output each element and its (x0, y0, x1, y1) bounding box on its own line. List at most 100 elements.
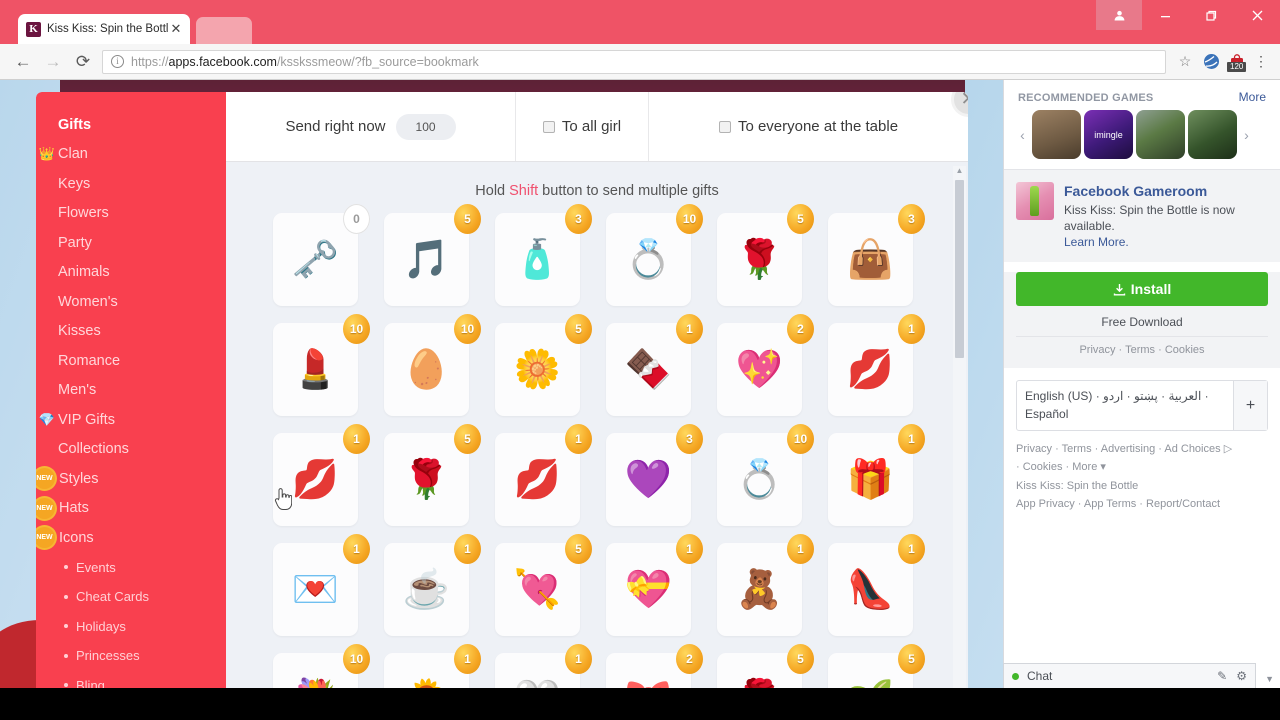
shopping-extension-icon[interactable]: 120 (1224, 53, 1250, 72)
omnibox[interactable]: i https://apps.facebook.com/ksskssmeow/?… (102, 49, 1166, 74)
cookies-link[interactable]: Cookies (1165, 344, 1205, 356)
gift-cell: 💖 2 (717, 314, 814, 416)
sidebar-item-label: VIP Gifts (58, 411, 115, 428)
back-arrow-icon[interactable]: ← (8, 47, 38, 77)
chevron-left-icon[interactable]: ‹ (1016, 127, 1029, 143)
to-all-girl-option[interactable]: To all girl (516, 92, 649, 161)
flower-ring-icon: 💍 (624, 238, 673, 281)
privacy-link[interactable]: Privacy (1079, 344, 1115, 356)
minimize-icon[interactable] (1142, 0, 1188, 30)
chat-bar[interactable]: Chat ✎ ⚙ (1003, 663, 1256, 688)
bullet-icon (64, 594, 68, 599)
compose-icon[interactable]: ✎ (1217, 669, 1227, 683)
music-speaker-icon: 🎵 (402, 238, 451, 281)
sidebar-item-icons[interactable]: NEW Icons (36, 523, 226, 553)
sidebar-item-animals[interactable]: Animals (36, 258, 226, 288)
gameroom-learn-more-link[interactable]: Learn More. (1064, 235, 1129, 249)
gift-price-badge: 1 (898, 534, 925, 564)
hunting-game-thumb[interactable] (1188, 110, 1237, 159)
gift-price-badge: 3 (676, 424, 703, 454)
gift-price-badge: 5 (454, 424, 481, 454)
sidebar-item-label: Keys (58, 175, 91, 192)
bullet-icon (64, 653, 68, 658)
sidebar-item-collections[interactable]: Collections (36, 435, 226, 465)
new-badge-icon: NEW (36, 468, 55, 490)
gameroom-title[interactable]: Facebook Gameroom (1064, 182, 1268, 201)
footer-advertising-link[interactable]: Advertising (1101, 443, 1155, 455)
tab-close-icon[interactable]: ✕ (168, 21, 184, 37)
user-icon[interactable] (1096, 0, 1142, 30)
footer-more-link[interactable]: More (1072, 461, 1097, 473)
dog-game-thumb[interactable] (1032, 110, 1081, 159)
gift-scrollbar-thumb[interactable] (955, 180, 964, 358)
reload-icon[interactable]: ⟳ (68, 47, 98, 77)
globe-extension-icon[interactable] (1198, 53, 1224, 70)
red-high-heel-icon: 👠 (846, 568, 895, 611)
browser-tab-inactive[interactable] (196, 17, 252, 44)
new-badge-icon: NEW (36, 497, 55, 519)
pink-kiss-marks-icon: 💋 (291, 458, 340, 501)
sidebar-item-party[interactable]: Party (36, 228, 226, 258)
language-selector[interactable]: English (US) · العربية · پښتو · اردو · E… (1016, 380, 1268, 432)
sidebar-item-kisses[interactable]: Kisses (36, 317, 226, 347)
racing-game-thumb[interactable] (1136, 110, 1185, 159)
gift-cell: 🥚 10 (384, 314, 481, 416)
browser-tab-strip: K Kiss Kiss: Spin the Bottle ✕ (0, 0, 1280, 44)
footer-app-privacy-link[interactable]: App Privacy (1016, 498, 1075, 510)
footer-privacy-link[interactable]: Privacy (1016, 443, 1052, 455)
footer-cookies-link[interactable]: Cookies (1023, 461, 1063, 473)
gift-price-badge: 1 (454, 534, 481, 564)
mingle-game-thumb[interactable]: imingle (1084, 110, 1133, 159)
sidebar-item-styles[interactable]: NEW Styles (36, 464, 226, 494)
recommended-more-link[interactable]: More (1239, 90, 1266, 104)
terms-link[interactable]: Terms (1125, 344, 1155, 356)
scroll-up-icon[interactable]: ▲ (955, 166, 964, 178)
sidebar-item-events[interactable]: Events (36, 553, 226, 583)
window-close-icon[interactable] (1234, 0, 1280, 30)
sidebar-item-romance[interactable]: Romance (36, 346, 226, 376)
gear-icon[interactable]: ⚙ (1236, 669, 1247, 683)
sidebar-item-women-s[interactable]: Women's (36, 287, 226, 317)
chevron-down-icon[interactable]: ▼ (1265, 674, 1274, 684)
sidebar-item-clan[interactable]: 👑 Clan (36, 140, 226, 170)
to-everyone-checkbox[interactable] (718, 120, 731, 133)
sidebar-item-holidays[interactable]: Holidays (36, 612, 226, 642)
red-lips-icon: 💋 (846, 348, 895, 391)
send-now-group[interactable]: Send right now 100 (226, 92, 516, 161)
gift-cell: 🎵 5 (384, 204, 481, 306)
footer-report-contact-link[interactable]: Report/Contact (1146, 498, 1220, 510)
love-letter-icon: 💌 (291, 568, 340, 611)
send-count-value[interactable]: 100 (395, 113, 456, 140)
sidebar-item-vip-gifts[interactable]: 💎 VIP Gifts (36, 405, 226, 435)
sidebar-item-princesses[interactable]: Princesses (36, 641, 226, 671)
sidebar-item-men-s[interactable]: Men's (36, 376, 226, 406)
install-button[interactable]: Install (1016, 272, 1268, 307)
bookmark-star-icon[interactable]: ☆ (1172, 53, 1198, 70)
gift-price-badge: 3 (565, 204, 592, 234)
sidebar-item-keys[interactable]: Keys (36, 169, 226, 199)
winged-heart-icon: 💝 (624, 568, 673, 611)
footer-terms-link[interactable]: Terms (1062, 443, 1092, 455)
to-everyone-option[interactable]: To everyone at the table (649, 92, 968, 161)
sidebar-item-hats[interactable]: NEW Hats (36, 494, 226, 524)
browser-tab-active[interactable]: K Kiss Kiss: Spin the Bottle ✕ (18, 14, 190, 44)
gift-price-badge: 0 (343, 204, 370, 234)
sidebar-item-cheat-cards[interactable]: Cheat Cards (36, 582, 226, 612)
forward-arrow-icon[interactable]: → (38, 47, 68, 77)
url-scheme: https:// (131, 54, 169, 69)
gift-scrollbar[interactable]: ▲ (953, 166, 966, 696)
restore-icon[interactable] (1188, 0, 1234, 30)
chevron-right-icon[interactable]: › (1240, 127, 1253, 143)
gift-cell: 🌹5 (717, 204, 814, 306)
sidebar-item-flowers[interactable]: Flowers (36, 199, 226, 229)
kebab-menu-icon[interactable]: ⋮ (1250, 53, 1272, 70)
to-all-girl-checkbox[interactable] (542, 120, 555, 133)
sidebar-item-gifts[interactable]: Gifts (36, 110, 226, 140)
language-add-button[interactable]: + (1233, 381, 1267, 431)
footer-ad-choices-link[interactable]: Ad Choices (1164, 443, 1220, 455)
tab-favicon-icon: K (26, 21, 41, 37)
gift-price-badge: 2 (676, 644, 703, 674)
info-circle-icon[interactable]: i (111, 55, 124, 68)
footer-app-terms-link[interactable]: App Terms (1084, 498, 1136, 510)
perfume-bottle-icon: 🧴 (513, 238, 562, 281)
